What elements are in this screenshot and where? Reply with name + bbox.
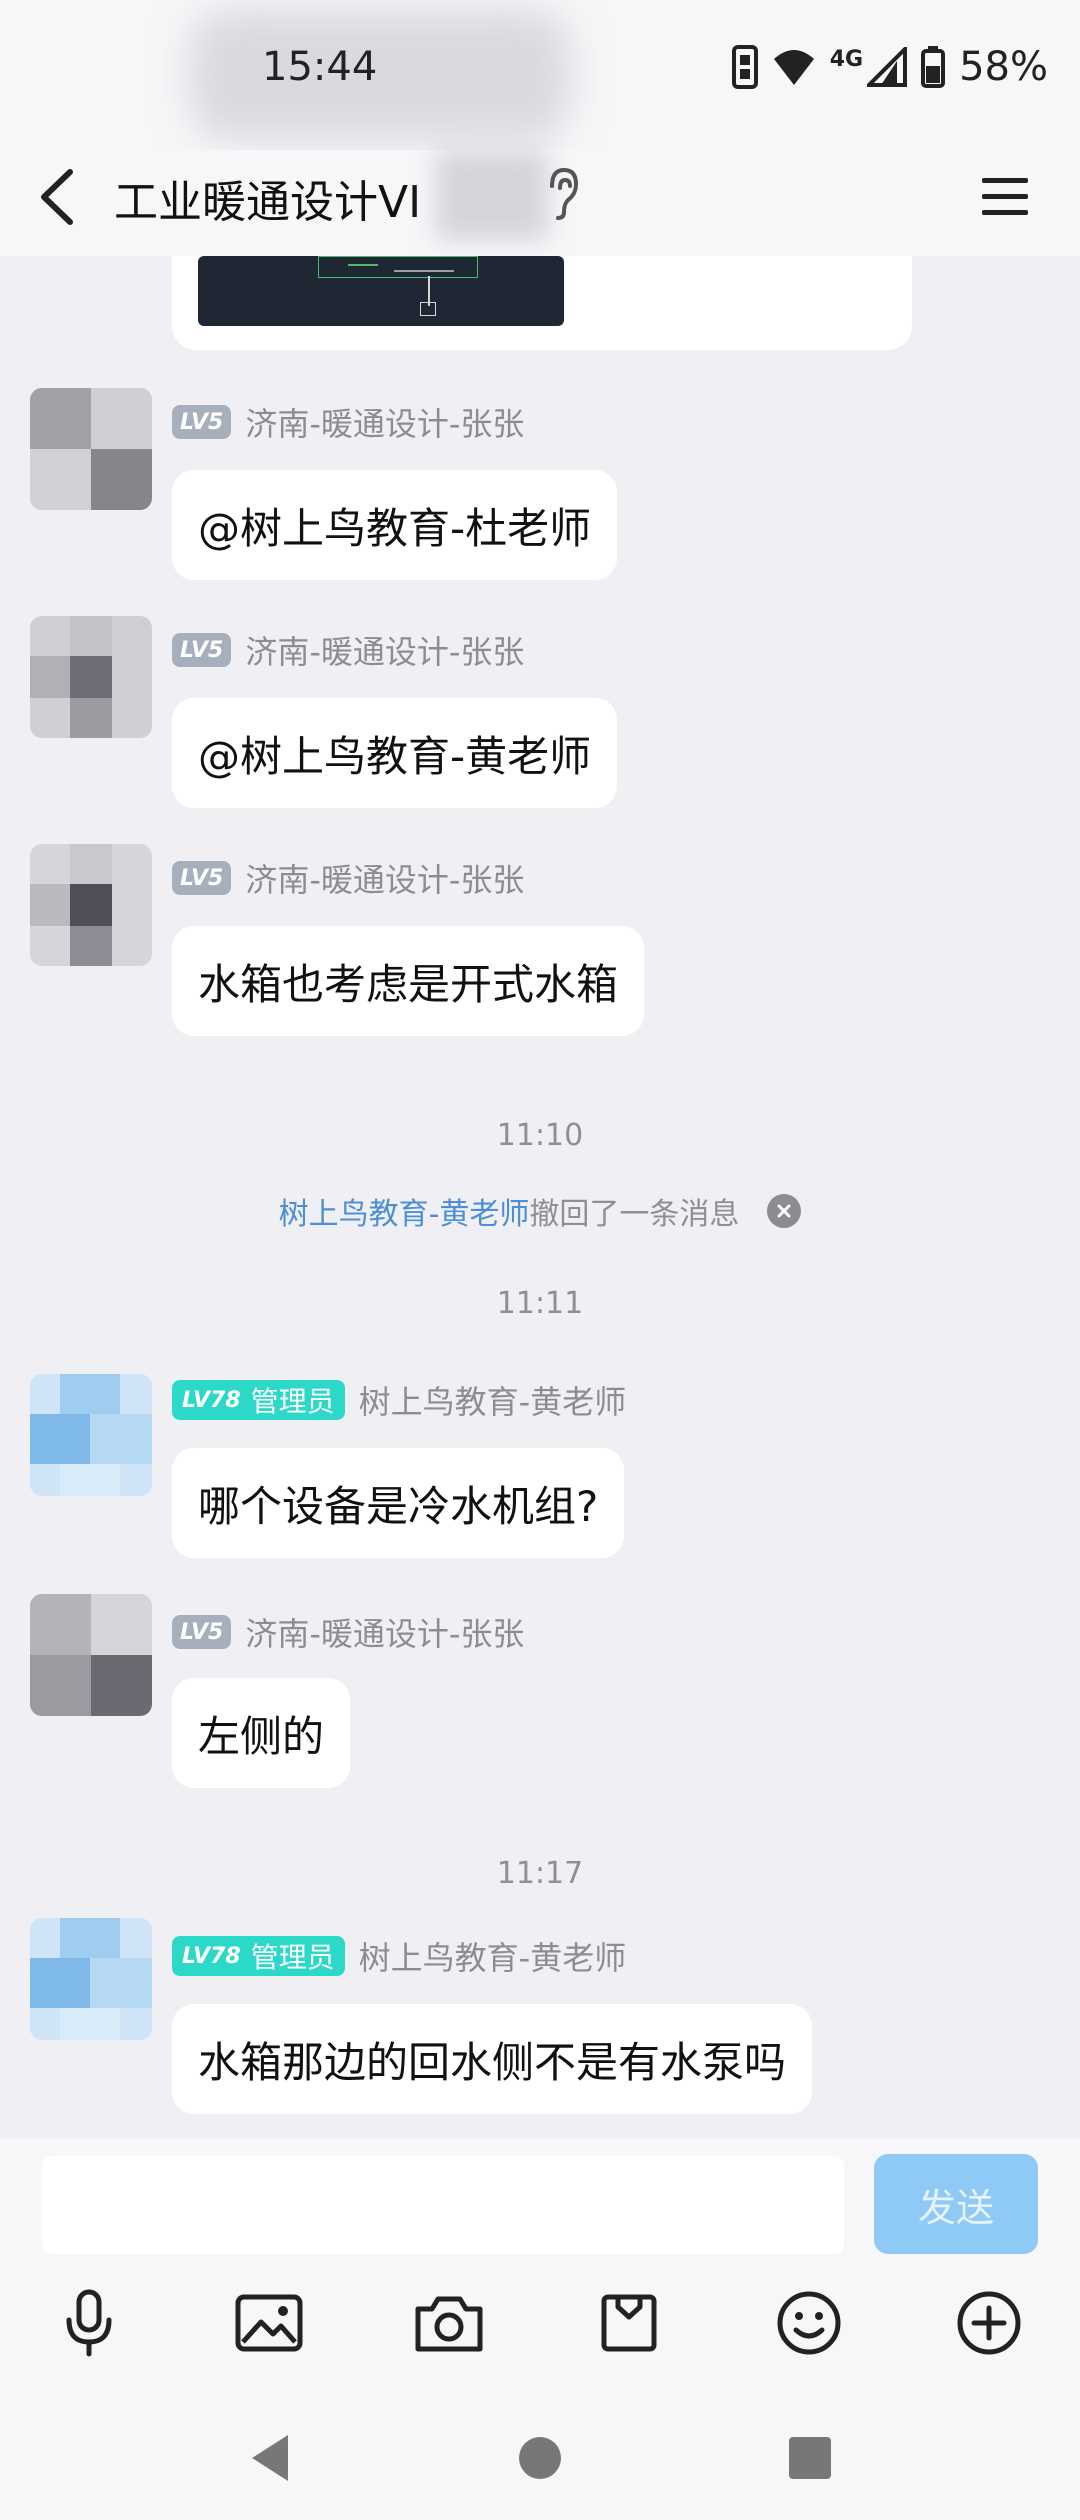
recall-text: 撤回了一条消息 xyxy=(529,1197,740,1232)
image-icon[interactable] xyxy=(224,2278,314,2368)
role-label: 管理员 xyxy=(250,1941,335,1974)
sender-name[interactable]: 树上鸟教育-黄老师 xyxy=(359,1933,627,1979)
sender-name[interactable]: 济南-暖通设计-张张 xyxy=(245,855,524,901)
level-badge: LV78 xyxy=(182,1943,241,1969)
message-meta: LV78 管理员 树上鸟教育-黄老师 xyxy=(172,1933,627,1979)
nav-home-icon[interactable] xyxy=(510,2428,570,2488)
time-separator: 11:17 xyxy=(496,1856,584,1891)
message-meta: LV78 管理员 树上鸟教育-黄老师 xyxy=(172,1377,627,1423)
role-label: 管理员 xyxy=(250,1385,335,1418)
battery-icon xyxy=(921,46,946,88)
system-nav-bar xyxy=(0,2398,1080,2520)
admin-badge: LV78 管理员 xyxy=(172,1380,345,1420)
mail-icon[interactable] xyxy=(584,2278,674,2368)
sender-name[interactable]: 济南-暖通设计-张张 xyxy=(245,399,524,445)
wifi-icon xyxy=(773,50,814,85)
message-meta: LV5 济南-暖通设计-张张 xyxy=(172,855,524,901)
status-bar: 15:44 4G 58% xyxy=(0,0,1080,150)
blurred-region xyxy=(190,10,570,140)
level-badge: LV5 xyxy=(172,405,232,439)
sender-name[interactable]: 济南-暖通设计-张张 xyxy=(245,1609,524,1655)
message-bubble[interactable]: @树上鸟教育-黄老师 xyxy=(172,698,618,808)
title-bar: 工业暖通设计VI xyxy=(0,150,1080,256)
back-arrow-icon[interactable] xyxy=(30,162,90,232)
sender-name[interactable]: 济南-暖通设计-张张 xyxy=(245,627,524,673)
send-button[interactable]: 发送 xyxy=(874,2154,1038,2254)
avatar[interactable] xyxy=(30,844,152,966)
avatar[interactable] xyxy=(30,1594,152,1716)
nav-back-icon[interactable] xyxy=(240,2428,300,2488)
input-bar: 发送 xyxy=(0,2138,1080,2520)
title-redaction xyxy=(436,150,548,240)
toolbar xyxy=(0,2278,1080,2378)
image-message[interactable] xyxy=(172,256,912,350)
message-bubble[interactable]: 水箱那边的回水侧不是有水泵吗 xyxy=(172,2004,813,2114)
message-input[interactable] xyxy=(42,2156,844,2254)
menu-icon[interactable] xyxy=(978,164,1034,228)
admin-badge: LV78 管理员 xyxy=(172,1936,345,1976)
network-label: 4G xyxy=(829,46,864,72)
message-meta: LV5 济南-暖通设计-张张 xyxy=(172,399,524,445)
message-bubble[interactable]: 水箱也考虑是开式水箱 xyxy=(172,926,645,1036)
recall-notice: 树上鸟教育-黄老师 撤回了一条消息 xyxy=(0,1186,1080,1236)
emoji-icon[interactable] xyxy=(764,2278,854,2368)
microphone-icon[interactable] xyxy=(44,2278,134,2368)
message-meta: LV5 济南-暖通设计-张张 xyxy=(172,627,524,673)
camera-icon[interactable] xyxy=(404,2278,494,2368)
nav-recents-icon[interactable] xyxy=(780,2428,840,2488)
status-time: 15:44 xyxy=(262,44,378,90)
avatar[interactable] xyxy=(30,1374,152,1496)
level-badge: LV5 xyxy=(172,1615,232,1649)
sim-icon xyxy=(731,45,758,89)
cad-drawing-image[interactable] xyxy=(198,256,564,326)
signal-icon xyxy=(867,47,908,87)
close-icon[interactable] xyxy=(767,1194,802,1228)
avatar[interactable] xyxy=(30,388,152,510)
avatar[interactable] xyxy=(30,616,152,738)
time-separator: 11:10 xyxy=(496,1118,584,1153)
level-badge: LV5 xyxy=(172,633,232,667)
ear-icon[interactable] xyxy=(544,164,582,224)
recall-user-link[interactable]: 树上鸟教育-黄老师 xyxy=(279,1189,530,1233)
status-icons: 4G 58% xyxy=(731,44,1048,90)
message-meta: LV5 济南-暖通设计-张张 xyxy=(172,1609,524,1655)
level-badge: LV78 xyxy=(182,1387,241,1413)
sender-name[interactable]: 树上鸟教育-黄老师 xyxy=(359,1377,627,1423)
message-bubble[interactable]: 左侧的 xyxy=(172,1678,351,1788)
level-badge: LV5 xyxy=(172,861,232,895)
time-separator: 11:11 xyxy=(496,1286,584,1321)
chat-area[interactable]: LV5 济南-暖通设计-张张 @树上鸟教育-杜老师 LV5 济南-暖通设计-张张… xyxy=(0,256,1080,2138)
message-bubble[interactable]: @树上鸟教育-杜老师 xyxy=(172,470,618,580)
battery-percent: 58% xyxy=(959,44,1048,90)
message-bubble[interactable]: 哪个设备是冷水机组? xyxy=(172,1448,625,1558)
avatar[interactable] xyxy=(30,1918,152,2040)
plus-icon[interactable] xyxy=(944,2278,1034,2368)
chat-title: 工业暖通设计VI xyxy=(114,177,422,228)
